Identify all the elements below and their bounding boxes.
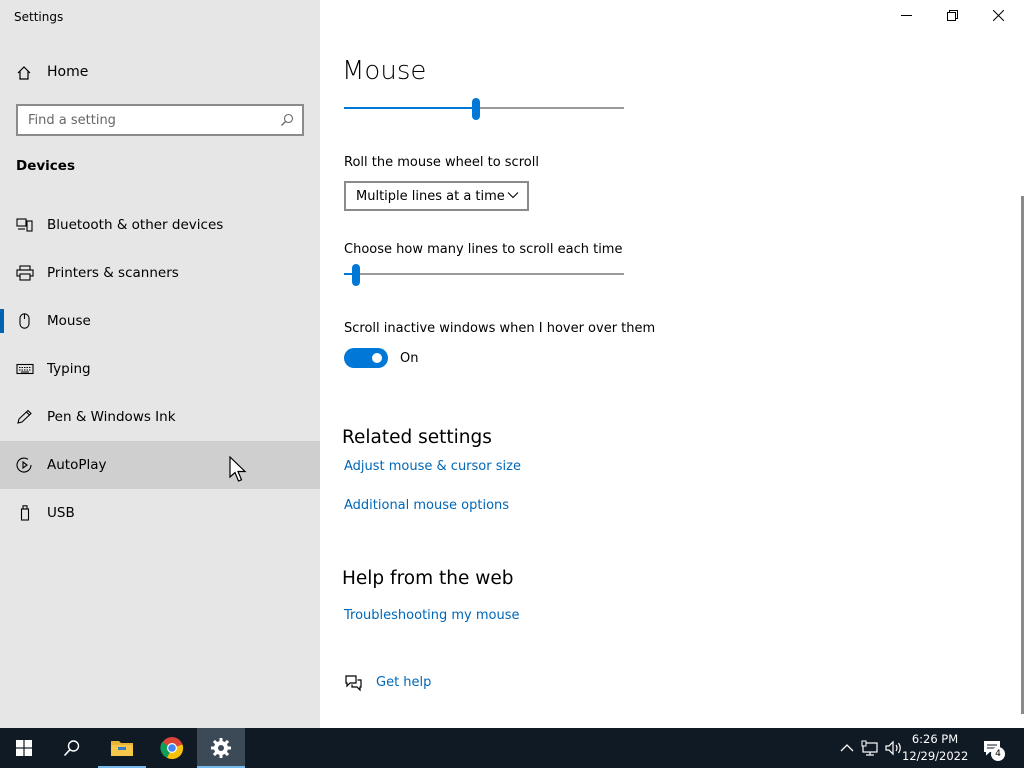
volume-icon[interactable] [884, 738, 904, 758]
mouse-icon [19, 313, 30, 329]
sidebar-item-label: Printers & scanners [47, 265, 179, 281]
app-title: Settings [14, 10, 64, 24]
lines-scroll-slider[interactable] [344, 264, 624, 286]
toggle-state-label: On [400, 351, 419, 366]
sidebar-nav: Bluetooth & other devices Printers & sca… [0, 201, 320, 537]
sidebar-item-label: USB [47, 505, 75, 521]
help-web-heading: Help from the web [342, 568, 514, 589]
home-icon [17, 66, 31, 80]
sidebar-home-label: Home [47, 64, 89, 80]
clock[interactable]: 6:26 PM 12/29/2022 [902, 731, 968, 765]
sidebar-item-label: Mouse [47, 313, 91, 329]
slider-track [344, 273, 624, 275]
close-button[interactable] [976, 0, 1022, 32]
wheel-scroll-label: Roll the mouse wheel to scroll [344, 155, 539, 170]
restore-button[interactable] [930, 0, 976, 32]
clock-date: 12/29/2022 [902, 749, 969, 763]
selection-indicator [0, 309, 4, 333]
sidebar-item-label: AutoPlay [47, 457, 107, 473]
related-settings-heading: Related settings [342, 427, 492, 448]
search-icon[interactable] [280, 113, 294, 127]
search-taskbar-button[interactable] [48, 728, 96, 768]
main-content: Mouse Roll the mouse wheel to scroll Mul… [320, 0, 1024, 728]
inactive-scroll-toggle[interactable] [344, 348, 388, 368]
sidebar-item-label: Bluetooth & other devices [47, 217, 224, 233]
chrome-button[interactable] [148, 728, 196, 768]
keyboard-icon [16, 363, 34, 375]
bluetooth-devices-icon [16, 218, 33, 232]
restore-icon [947, 10, 958, 21]
cursor-speed-slider[interactable] [344, 98, 624, 120]
sidebar-item-label: Typing [47, 361, 91, 377]
chevron-up-icon[interactable] [837, 738, 857, 758]
taskbar: 6:26 PM 12/29/2022 [0, 728, 1024, 768]
mouse-pointer-icon [229, 456, 247, 482]
sidebar-item-bluetooth[interactable]: Bluetooth & other devices [0, 201, 320, 249]
search-icon [63, 740, 80, 757]
slider-thumb[interactable] [472, 98, 480, 120]
lines-scroll-label: Choose how many lines to scroll each tim… [344, 242, 623, 257]
search-input[interactable] [18, 106, 268, 134]
chat-help-icon [345, 675, 362, 692]
settings-taskbar-button[interactable] [197, 728, 245, 768]
usb-icon [20, 505, 30, 521]
sidebar-item-typing[interactable]: Typing [0, 345, 320, 393]
close-icon [993, 10, 1004, 21]
sidebar-item-autoplay[interactable]: AutoPlay [0, 441, 320, 489]
sidebar-item-label: Pen & Windows Ink [47, 409, 176, 425]
sidebar-home[interactable]: Home [0, 52, 320, 94]
dropdown-value: Multiple lines at a time [356, 189, 505, 204]
inactive-scroll-label: Scroll inactive windows when I hover ove… [344, 321, 656, 336]
toggle-knob [372, 353, 382, 363]
notification-badge: 4 [991, 747, 1005, 761]
pen-icon [17, 409, 32, 424]
clock-time: 6:26 PM [911, 732, 959, 746]
printer-icon [16, 265, 34, 281]
autoplay-icon [16, 457, 32, 473]
chrome-icon [160, 737, 184, 760]
page-title: Mouse [342, 56, 427, 86]
get-help-link[interactable]: Get help [376, 675, 431, 690]
folder-icon [111, 741, 133, 756]
minimize-button[interactable] [884, 0, 930, 32]
adjust-cursor-size-link[interactable]: Adjust mouse & cursor size [344, 459, 521, 474]
sidebar-item-pen[interactable]: Pen & Windows Ink [0, 393, 320, 441]
chevron-down-icon [507, 192, 519, 199]
windows-logo-icon [16, 740, 32, 756]
troubleshooting-link[interactable]: Troubleshooting my mouse [344, 608, 520, 623]
file-explorer-button[interactable] [98, 728, 146, 768]
search-box[interactable] [16, 104, 304, 136]
wheel-scroll-dropdown[interactable]: Multiple lines at a time [344, 181, 529, 211]
additional-mouse-options-link[interactable]: Additional mouse options [344, 498, 509, 513]
sidebar-item-mouse[interactable]: Mouse [0, 297, 320, 345]
section-label-devices: Devices [16, 158, 75, 174]
minimize-icon [901, 15, 912, 16]
slider-fill [344, 107, 476, 109]
sidebar: Settings Home Devices Bluetooth & other … [0, 0, 320, 728]
network-icon[interactable] [861, 738, 881, 758]
slider-thumb[interactable] [352, 264, 360, 286]
gear-icon [211, 738, 231, 758]
start-button[interactable] [0, 728, 48, 768]
sidebar-item-printers[interactable]: Printers & scanners [0, 249, 320, 297]
sidebar-item-usb[interactable]: USB [0, 489, 320, 537]
